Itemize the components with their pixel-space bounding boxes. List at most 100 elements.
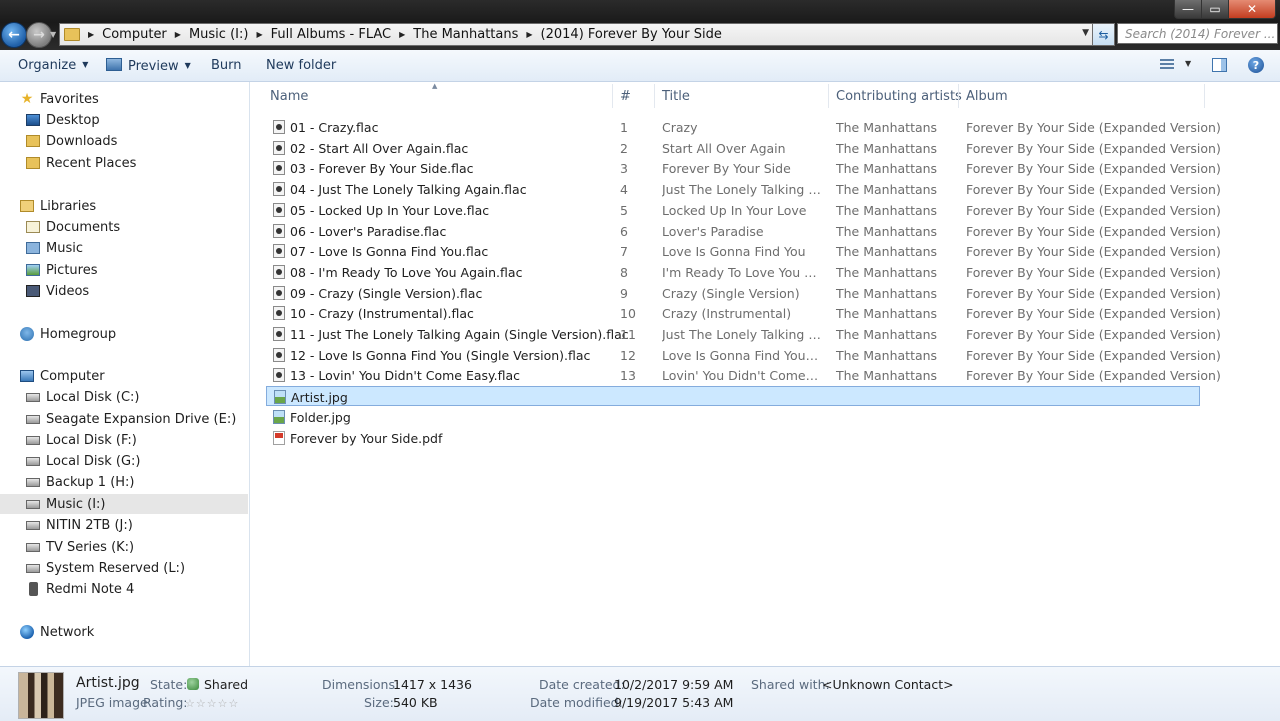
column-divider[interactable] [1204,84,1205,108]
track-album: Forever By Your Side (Expanded Version) [966,140,1221,156]
nav-documents[interactable]: Documents [26,217,120,237]
file-row[interactable]: 01 - Crazy.flac 1 Crazy The Manhattans Forev… [266,117,1221,137]
back-arrow-icon: ← [8,27,20,43]
nav-computer[interactable]: Computer [20,366,105,386]
column-header-title[interactable]: Title [662,89,690,104]
nav-disk-j[interactable]: NITIN 2TB (J:) [26,515,133,535]
column-header-artists[interactable]: Contributing artists [836,89,962,104]
chevron-right-icon[interactable]: ▶ [86,30,96,39]
nav-pictures[interactable]: Pictures [26,260,97,280]
file-row[interactable]: 12 - Love Is Gonna Find You (Single Vers… [266,345,1221,365]
track-artist: The Manhattans [836,368,938,384]
minimize-button[interactable]: — [1174,0,1202,19]
breadcrumb-computer[interactable]: Computer [96,27,173,42]
nav-disk-f[interactable]: Local Disk (F:) [26,430,137,450]
nav-disk-k[interactable]: TV Series (K:) [26,537,134,557]
file-row[interactable]: 10 - Crazy (Instrumental).flac 10 Crazy (I… [266,303,1221,323]
chevron-right-icon[interactable]: ▶ [254,30,264,39]
file-row[interactable]: 11 - Just The Lonely Talking Again (Sing… [266,324,1221,344]
column-header-name[interactable]: Name [270,89,308,104]
file-name: 03 - Forever By Your Side.flac [290,161,474,177]
chevron-right-icon[interactable]: ▶ [524,30,534,39]
date-created-label: Date created: [539,677,625,692]
track-number: 11 [620,327,636,342]
breadcrumb-full-albums[interactable]: Full Albums - FLAC [265,27,398,42]
column-header-album[interactable]: Album [966,89,1008,104]
breadcrumb-album[interactable]: (2014) Forever By Your Side [535,27,728,42]
column-divider[interactable] [612,84,613,108]
nav-music[interactable]: Music [26,238,83,258]
track-album: Forever By Your Side (Expanded Version) [966,347,1221,363]
rating-stars-icon[interactable]: ☆☆☆☆☆ [185,697,239,710]
file-row[interactable]: 08 - I'm Ready To Love You Again.flac 8 I'… [266,262,1221,282]
computer-icon [20,370,34,382]
recent-pages-dropdown[interactable]: ▼ [50,30,58,39]
file-row[interactable]: 04 - Just The Lonely Talking Again.flac 4… [266,179,1221,199]
column-divider[interactable] [828,84,829,108]
help-icon[interactable]: ? [1248,57,1264,73]
nav-recent-places[interactable]: Recent Places [26,153,136,173]
organize-label: Organize [18,58,77,73]
nav-network[interactable]: Network [20,622,94,642]
state-value[interactable]: Shared [187,677,248,692]
file-row[interactable]: 06 - Lover's Paradise.flac 6 Lover's Parad… [266,221,1221,241]
forward-button[interactable]: → [26,22,52,48]
nav-label: Network [40,624,95,640]
nav-disk-h[interactable]: Backup 1 (H:) [26,472,135,492]
breadcrumb-artist[interactable]: The Manhattans [407,27,524,42]
track-title: Crazy (Instrumental) [662,306,792,322]
caret-down-icon[interactable]: ▼ [1185,59,1191,68]
back-button[interactable]: ← [1,22,27,48]
nav-libraries[interactable]: Libraries [20,196,96,216]
nav-label: Favorites [40,91,99,107]
column-divider[interactable] [654,84,655,108]
chevron-right-icon[interactable]: ▶ [397,30,407,39]
nav-label: Documents [46,219,121,235]
refresh-button[interactable]: ⇆ [1092,23,1115,46]
nav-disk-e[interactable]: Seagate Expansion Drive (E:) [26,409,236,429]
search-input[interactable]: Search (2014) Forever ... [1117,23,1278,44]
file-row[interactable]: Folder.jpg [266,407,1200,427]
audio-file-icon [273,264,285,279]
nav-disk-c[interactable]: Local Disk (C:) [26,387,139,407]
address-dropdown-icon[interactable]: ▼ [1082,28,1089,38]
nav-disk-g[interactable]: Local Disk (G:) [26,451,140,471]
file-row[interactable]: 09 - Crazy (Single Version).flac 9 Crazy (… [266,283,1221,303]
breadcrumb-music-drive[interactable]: Music (I:) [183,27,254,42]
chevron-right-icon[interactable]: ▶ [173,30,183,39]
close-button[interactable]: ✕ [1228,0,1276,19]
preview-button[interactable]: Preview ▼ [106,58,191,74]
track-album: Forever By Your Side (Expanded Version) [966,120,1221,135]
column-divider[interactable] [958,84,959,108]
nav-disk-i[interactable]: Music (I:) [0,494,248,514]
file-row[interactable]: 07 - Love Is Gonna Find You.flac 7 Love Is… [266,241,1221,261]
file-row[interactable]: 05 - Locked Up In Your Love.flac 5 Locked … [266,200,1221,220]
nav-videos[interactable]: Videos [26,281,89,301]
maximize-button[interactable]: ▭ [1201,0,1229,19]
hard-drive-icon [26,542,40,552]
new-folder-button[interactable]: New folder [266,58,336,73]
nav-homegroup[interactable]: Homegroup [20,324,116,344]
preview-pane-icon[interactable] [1212,58,1227,72]
file-name: Artist.jpg [291,390,348,406]
file-row[interactable]: 13 - Lovin' You Didn't Come Easy.flac 13 L… [266,365,1221,385]
nav-phone[interactable]: Redmi Note 4 [26,579,134,599]
libraries-icon [20,200,34,212]
nav-desktop[interactable]: Desktop [26,110,100,130]
nav-label: TV Series (K:) [46,539,135,555]
audio-file-icon [273,161,285,176]
file-row[interactable]: Artist.jpg [266,386,1200,407]
nav-disk-l[interactable]: System Reserved (L:) [26,558,185,578]
nav-downloads[interactable]: Downloads [26,131,117,151]
organize-button[interactable]: Organize ▼ [18,58,88,73]
nav-label: Redmi Note 4 [46,581,135,597]
change-view-icon[interactable] [1160,59,1174,71]
file-row[interactable]: 02 - Start All Over Again.flac 2 Start All… [266,138,1221,158]
burn-button[interactable]: Burn [211,58,242,73]
track-artist: The Manhattans [836,161,938,177]
file-row[interactable]: 03 - Forever By Your Side.flac 3 Forever B… [266,158,1221,178]
nav-favorites[interactable]: ★ Favorites [20,89,99,109]
file-row[interactable]: Forever by Your Side.pdf [266,428,1200,448]
address-bar[interactable]: ▶ Computer ▶ Music (I:) ▶ Full Albums - … [59,23,1093,46]
column-header-number[interactable]: # [620,89,631,104]
